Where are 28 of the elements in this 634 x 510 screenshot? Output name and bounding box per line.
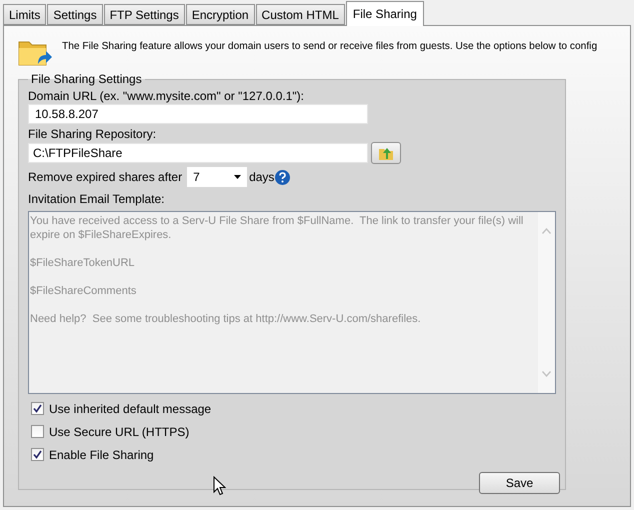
dropdown-arrow-icon [234,175,242,179]
help-icon[interactable] [275,170,290,184]
tab[interactable]: Encryption [186,4,255,25]
tab[interactable]: FTP Settings [104,4,185,25]
save-button[interactable]: Save [479,472,560,494]
checkbox-label: Enable File Sharing [49,446,154,464]
intro-text: The File Sharing feature allows your domain users to send or receive files from guests. Use the options below to config [62,40,598,54]
field-label: Domain URL (ex. "www.mysite.com" or "127.0.0.1"): [28,88,306,104]
tab[interactable]: Settings [47,4,103,25]
group-title: File Sharing Settings [30,71,143,88]
template-text: You have received access to a Serv-U File Share from $FullName. The link to transfer your file(s) will expire on $FileShareExpires. $FileShareTokenURL $FileShareComments Need help? See some troubleshooting tips at http://www.Serv-U.com/sharefiles. [29,214,524,327]
tab[interactable]: Custom HTML [256,4,345,25]
domain-url-field[interactable]: 10.58.8.207 [28,104,368,124]
checkbox[interactable] [31,402,44,415]
checkbox[interactable] [31,425,44,438]
unit-label: days [249,169,274,186]
field-label: Invitation Email Template: [28,191,166,207]
checkbox-label: Use Secure URL (HTTPS) [49,424,190,440]
field-label: File Sharing Repository: [28,126,158,142]
tab[interactable]: Limits [3,4,46,25]
checkbox-label: Use inherited default message [49,400,212,418]
field-label: Remove expired shares after [28,169,182,186]
tab[interactable]: File Sharing [346,1,424,26]
repository-field[interactable]: C:\FTPFileShare [28,143,368,163]
checkbox[interactable] [31,448,44,461]
browse-button[interactable] [371,142,401,164]
mouse-pointer-icon [213,476,226,496]
days-dropdown[interactable]: 7 [187,167,248,187]
